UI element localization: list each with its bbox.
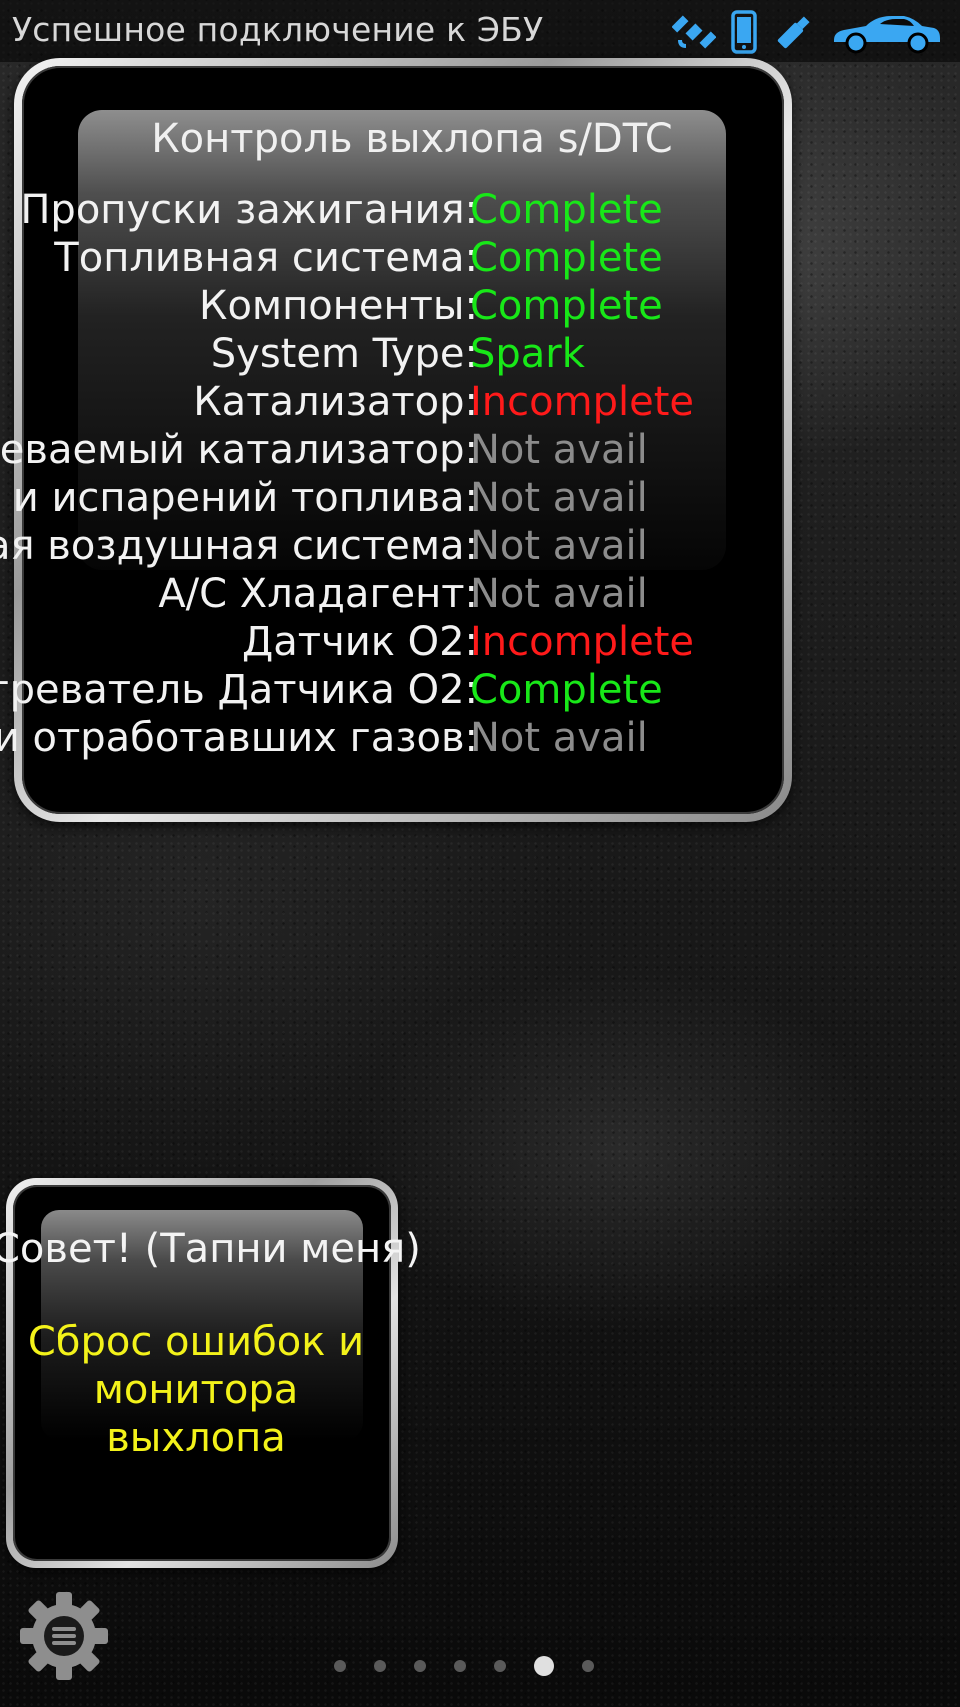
monitor-row-label: Пропуски зажигания: bbox=[20, 187, 478, 233]
connection-status-text: Успешное подключение к ЭБУ bbox=[12, 10, 544, 49]
monitor-row-label: Компоненты: bbox=[199, 283, 478, 329]
monitor-row-label: A/C Хладагент: bbox=[158, 571, 478, 617]
monitor-row: Топливная система: Complete bbox=[0, 234, 778, 282]
monitor-row-label: Подогреватель Датчика O2: bbox=[0, 667, 478, 713]
tip-title: Совет! (Тапни меня) bbox=[0, 1226, 421, 1272]
monitor-row-label: Система рециркуляции отработавших газов: bbox=[0, 715, 478, 761]
monitor-row-label: Катализатор: bbox=[193, 379, 478, 425]
page-dot[interactable] bbox=[374, 1660, 386, 1672]
status-icons bbox=[672, 10, 942, 54]
monitor-row-value: Complete bbox=[470, 283, 663, 329]
tip-body-line-1: Сброс ошибок и bbox=[27, 1319, 365, 1365]
monitor-row: Подогреваемый катализатор:Not avail bbox=[0, 426, 778, 474]
page-dot[interactable] bbox=[582, 1660, 594, 1672]
monitor-row: Система улавливания паров и испарений то… bbox=[0, 474, 778, 522]
usb-adapter-icon bbox=[772, 10, 816, 54]
monitor-row-value: Complete bbox=[470, 235, 663, 281]
monitor-row: Вторичная воздушная система:Not avail bbox=[0, 522, 778, 570]
monitor-rows: Пропуски зажигания: Complete Топливная сис… bbox=[0, 186, 778, 762]
monitor-row-value: Incomplete bbox=[470, 379, 694, 425]
page-dot[interactable] bbox=[414, 1660, 426, 1672]
monitor-row-label: Вторичная воздушная система: bbox=[0, 523, 478, 569]
monitor-row-value: Spark bbox=[470, 331, 585, 377]
tip-body-line-2: монитора bbox=[93, 1367, 299, 1413]
tip-body-line-3: выхлопа bbox=[106, 1415, 286, 1461]
monitor-status-content: Контроль выхлопа s/DTC Пропуски зажигани… bbox=[0, 58, 792, 822]
monitor-row-label: Датчик O2: bbox=[242, 619, 478, 665]
monitor-row: A/C Хладагент: Not avail bbox=[0, 570, 778, 618]
monitor-row-label: System Type: bbox=[210, 331, 478, 377]
monitor-row-label: Топливная система: bbox=[54, 235, 478, 281]
car-icon bbox=[830, 10, 942, 54]
monitor-row-value: Incomplete bbox=[470, 619, 694, 665]
monitor-row-value: Complete bbox=[470, 187, 663, 233]
monitor-row: System Type: Spark bbox=[0, 330, 778, 378]
tip-body: Сброс ошибок и монитора выхлопа bbox=[0, 1318, 392, 1462]
status-bar: Успешное подключение к ЭБУ bbox=[0, 0, 960, 62]
monitor-row-value: Not avail bbox=[470, 523, 648, 569]
monitor-row: Катализатор: Incomplete bbox=[0, 378, 778, 426]
page-indicator bbox=[334, 1656, 594, 1676]
monitor-row-value: Not avail bbox=[470, 427, 648, 473]
page-dot[interactable] bbox=[334, 1660, 346, 1672]
monitor-row-value: Complete bbox=[470, 667, 663, 713]
satellite-icon bbox=[672, 10, 716, 54]
tip-content: Совет! (Тапни меня) Сброс ошибок и монит… bbox=[0, 1178, 460, 1568]
monitor-row-value: Not avail bbox=[470, 715, 648, 761]
monitor-row: Датчик O2: Incomplete bbox=[0, 618, 778, 666]
phone-icon bbox=[730, 10, 758, 54]
monitor-row-label: Система улавливания паров и испарений то… bbox=[0, 475, 478, 521]
settings-gear-icon[interactable] bbox=[18, 1590, 110, 1682]
page-dot-active[interactable] bbox=[534, 1656, 554, 1676]
monitor-row: Пропуски зажигания: Complete bbox=[0, 186, 778, 234]
screen: Успешное подключение к ЭБУ Контроль выхл… bbox=[0, 0, 960, 1707]
monitor-row-value: Not avail bbox=[470, 475, 648, 521]
monitor-row: Компоненты: Complete bbox=[0, 282, 778, 330]
monitor-row: Подогреватель Датчика O2:Complete bbox=[0, 666, 778, 714]
monitor-row-value: Not avail bbox=[470, 571, 648, 617]
page-dot[interactable] bbox=[494, 1660, 506, 1672]
panel-title: Контроль выхлопа s/DTC bbox=[151, 116, 673, 162]
monitor-row: Система рециркуляции отработавших газов:… bbox=[0, 714, 778, 762]
page-dot[interactable] bbox=[454, 1660, 466, 1672]
monitor-row-label: Подогреваемый катализатор: bbox=[0, 427, 478, 473]
